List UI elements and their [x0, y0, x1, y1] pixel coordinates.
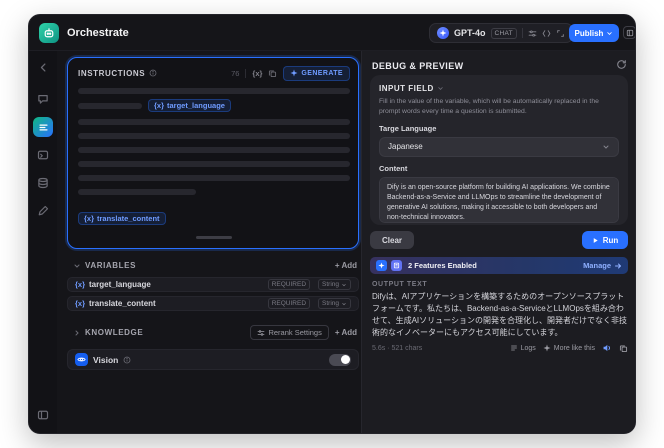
rerank-settings-button[interactable]: Rerank Settings — [250, 325, 329, 340]
run-button[interactable]: Run — [582, 231, 628, 249]
variable-row[interactable]: {x} translate_content REQUIRED String — [67, 296, 359, 311]
input-field-header[interactable]: INPUT FIELD — [379, 84, 619, 93]
info-icon[interactable] — [149, 69, 157, 77]
output-footer: 5.6s · 521 chars Logs More like this — [372, 343, 628, 353]
add-variable-button[interactable]: + Add — [335, 261, 357, 270]
skeleton-line — [78, 161, 350, 167]
input-field-description: Fill in the value of the variable, which… — [379, 98, 599, 115]
features-bar: 2 Features Enabled Manage — [370, 257, 628, 274]
app-logo-icon — [39, 23, 59, 43]
vision-toggle[interactable] — [329, 353, 351, 366]
chevron-down-icon — [437, 85, 444, 92]
tools-nav-icon[interactable] — [37, 205, 49, 217]
generate-button[interactable]: GENERATE — [283, 65, 350, 81]
skeleton-line — [78, 189, 196, 195]
divider — [245, 68, 247, 78]
knowledge-title: KNOWLEDGE — [85, 328, 144, 337]
variables-title: VARIABLES — [85, 261, 137, 270]
clear-button[interactable]: Clear — [370, 231, 415, 249]
model-params-icon[interactable] — [528, 29, 537, 38]
instructions-editor[interactable]: INSTRUCTIONS 76 {x} GENERATE {x} target_… — [67, 57, 359, 249]
model-expand-icon[interactable] — [556, 29, 565, 38]
app-window: Orchestrate GPT-4o CHAT Publish INSTRUCT… — [28, 14, 636, 434]
generate-label: GENERATE — [301, 69, 343, 77]
chevron-right-icon — [73, 329, 81, 337]
page-background: Orchestrate GPT-4o CHAT Publish INSTRUCT… — [0, 0, 664, 448]
manage-features-button[interactable]: Manage — [583, 261, 622, 270]
add-knowledge-button[interactable]: + Add — [335, 328, 357, 337]
variable-chip-target-language[interactable]: {x} target_language — [148, 99, 231, 112]
model-name: GPT-4o — [454, 28, 486, 38]
more-like-this-button[interactable]: More like this — [543, 344, 595, 352]
vision-row: Vision — [67, 349, 359, 370]
copy-icon[interactable] — [268, 69, 277, 78]
publish-button[interactable]: Publish — [569, 24, 619, 42]
variable-token-icon: {x} — [75, 280, 86, 289]
prompt-line: {x} translate_content — [78, 208, 166, 226]
back-arrow-icon[interactable] — [37, 61, 49, 73]
debug-title: DEBUG & PREVIEW — [372, 61, 464, 71]
required-badge: REQUIRED — [267, 279, 311, 290]
knowledge-header[interactable]: KNOWLEDGE Rerank Settings + Add — [73, 325, 357, 340]
chat-nav-icon[interactable] — [37, 93, 49, 105]
variables-header[interactable]: VARIABLES + Add — [73, 261, 357, 270]
input-field-card: INPUT FIELD Fill in the value of the var… — [370, 75, 628, 225]
window-settings-button[interactable] — [623, 26, 635, 39]
top-bar: Orchestrate GPT-4o CHAT Publish — [29, 15, 635, 51]
required-badge: REQUIRED — [267, 298, 311, 309]
speaker-icon[interactable] — [602, 343, 612, 353]
char-count: 76 — [231, 68, 240, 78]
dataset-nav-icon[interactable] — [37, 177, 49, 189]
target-language-label: Targe Language — [379, 123, 437, 133]
vision-eye-icon — [75, 353, 88, 366]
output-text: Difyは、AIアプリケーションを構築するためのオープンソースプラットフォームで… — [372, 292, 627, 337]
variable-chip-translate-content[interactable]: {x} translate_content — [78, 212, 166, 225]
resize-handle[interactable] — [196, 236, 232, 239]
logs-button[interactable]: Logs — [510, 344, 536, 352]
chat-mode-badge: CHAT — [490, 27, 517, 39]
skeleton-line — [78, 147, 350, 153]
content-label: Content — [379, 163, 408, 173]
refresh-icon[interactable] — [616, 59, 627, 70]
divider — [521, 28, 523, 38]
skeleton-line — [78, 102, 142, 109]
output-text-title: OUTPUT TEXT — [372, 281, 428, 288]
features-count-label: 2 Features Enabled — [408, 261, 477, 270]
skeleton-line — [78, 119, 350, 125]
instructions-header: INSTRUCTIONS 76 {x} GENERATE — [78, 65, 350, 81]
output-meta: 5.6s · 521 chars — [372, 344, 423, 352]
model-tokens-icon[interactable] — [542, 29, 551, 38]
left-nav-rail — [29, 51, 57, 433]
insert-variable-button[interactable]: {x} — [252, 69, 262, 78]
info-icon[interactable] — [123, 356, 131, 364]
content-textarea[interactable]: Dify is an open-source platform for buil… — [379, 176, 619, 223]
page-title: Orchestrate — [67, 27, 129, 39]
target-language-select[interactable]: Japanese — [379, 136, 619, 157]
model-provider-icon — [437, 27, 449, 39]
orchestrate-nav-icon[interactable] — [33, 117, 53, 137]
feature-speech-icon — [376, 260, 387, 271]
chevron-down-icon — [602, 143, 610, 151]
debug-panel: DEBUG & PREVIEW INPUT FIELD Fill in the … — [361, 51, 635, 433]
skeleton-line — [78, 133, 350, 139]
prompt-line: {x} target_language — [78, 99, 231, 112]
variable-token-icon: {x} — [75, 299, 86, 308]
variable-row[interactable]: {x} target_language REQUIRED String — [67, 277, 359, 292]
collapse-panel-icon[interactable] — [37, 409, 49, 421]
feature-citation-icon — [391, 260, 402, 271]
type-badge: String — [318, 298, 351, 309]
copy-output-icon[interactable] — [619, 344, 628, 353]
model-selector[interactable]: GPT-4o CHAT — [429, 23, 573, 43]
skeleton-line — [78, 175, 350, 181]
skeleton-line — [78, 88, 350, 94]
chevron-down-icon — [73, 262, 81, 270]
instructions-title: INSTRUCTIONS — [78, 68, 146, 78]
vision-label: Vision — [93, 354, 119, 365]
publish-label: Publish — [574, 28, 604, 38]
terminal-nav-icon[interactable] — [37, 149, 49, 161]
type-badge: String — [318, 279, 351, 290]
